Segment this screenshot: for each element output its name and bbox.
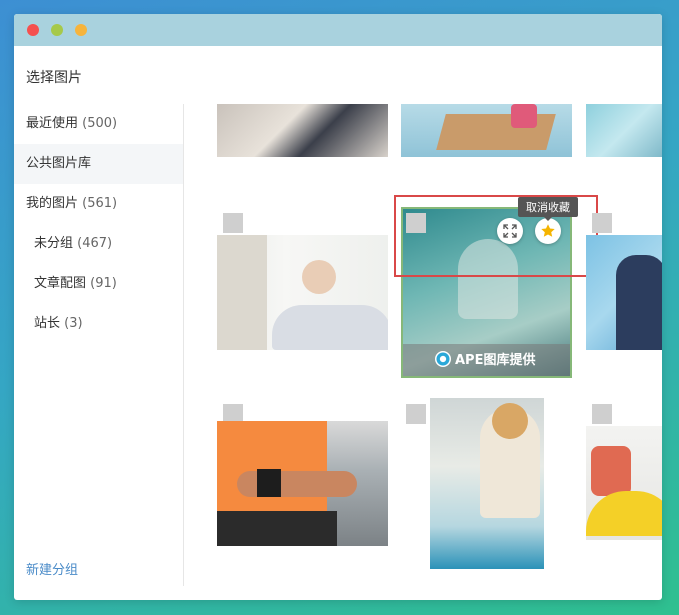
- ape-logo-icon: [435, 350, 451, 367]
- image-content: [616, 255, 662, 350]
- dialog-title: 选择图片: [26, 70, 82, 86]
- expand-button[interactable]: [497, 218, 523, 244]
- new-group-link[interactable]: 新建分组: [26, 559, 78, 578]
- image-content: [302, 260, 336, 294]
- favorite-button[interactable]: [535, 218, 561, 244]
- title-bar: [14, 14, 662, 46]
- image-thumbnail[interactable]: [430, 398, 544, 569]
- image-thumbnail[interactable]: [586, 104, 662, 157]
- sidebar-item-count: (561): [82, 196, 118, 211]
- favorite-tooltip: 取消收藏: [518, 197, 578, 221]
- image-thumbnail[interactable]: [401, 104, 572, 157]
- sidebar-item-article-images[interactable]: 文章配图 (91): [14, 264, 183, 304]
- watermark: APE图库提供: [435, 349, 535, 368]
- expand-icon: [503, 224, 517, 238]
- image-content: [458, 239, 518, 319]
- image-thumbnail[interactable]: [217, 235, 388, 350]
- sidebar-item-count: (3): [64, 316, 83, 331]
- sidebar-item-label: 站长: [34, 316, 61, 331]
- sidebar-item-label: 我的图片: [26, 196, 79, 211]
- image-content: [217, 421, 327, 511]
- image-content: [436, 114, 556, 150]
- sidebar-item-recent[interactable]: 最近使用 (500): [14, 104, 183, 144]
- sidebar-item-my-images[interactable]: 我的图片 (561): [14, 184, 183, 224]
- sidebar-item-count: (500): [82, 116, 118, 131]
- sidebar-item-webmaster[interactable]: 站长 (3): [14, 304, 183, 344]
- star-icon: [541, 224, 555, 237]
- watermark-text: APE图库提供: [455, 353, 536, 368]
- close-window-button[interactable]: [27, 24, 39, 36]
- image-content: [591, 446, 631, 496]
- sidebar-item-label: 未分组: [34, 236, 74, 251]
- image-content: [511, 104, 537, 128]
- image-select-checkbox[interactable]: [406, 213, 426, 233]
- image-gallery: APE图库提供 取消收藏: [184, 104, 662, 600]
- sidebar-item-label: 最近使用: [26, 116, 79, 131]
- sidebar-item-public-library[interactable]: 公共图片库: [14, 144, 183, 184]
- image-thumbnail[interactable]: [586, 235, 662, 350]
- sidebar: 最近使用 (500) 公共图片库 我的图片 (561) 未分组 (467) 文章…: [14, 104, 184, 586]
- sidebar-item-count: (91): [90, 276, 117, 291]
- image-content: [217, 511, 337, 546]
- image-thumbnail[interactable]: [586, 426, 662, 540]
- maximize-window-button[interactable]: [75, 24, 87, 36]
- image-picker-window: 选择图片 最近使用 (500) 公共图片库 我的图片 (561) 未分组 (46…: [14, 14, 662, 600]
- image-content: [586, 491, 662, 536]
- image-content: [237, 471, 357, 497]
- image-content: [492, 403, 528, 439]
- image-select-checkbox[interactable]: [592, 213, 612, 233]
- image-content: [272, 305, 388, 350]
- image-select-checkbox[interactable]: [592, 404, 612, 424]
- sidebar-item-count: (467): [77, 236, 113, 251]
- sidebar-item-label: 文章配图: [34, 276, 87, 291]
- image-thumbnail[interactable]: [217, 421, 388, 546]
- minimize-window-button[interactable]: [51, 24, 63, 36]
- image-select-checkbox[interactable]: [406, 404, 426, 424]
- image-content: [217, 235, 267, 350]
- image-select-checkbox[interactable]: [223, 213, 243, 233]
- sidebar-item-ungrouped[interactable]: 未分组 (467): [14, 224, 183, 264]
- sidebar-item-label: 公共图片库: [26, 156, 92, 171]
- image-content: [257, 469, 281, 497]
- image-thumbnail[interactable]: [217, 104, 388, 157]
